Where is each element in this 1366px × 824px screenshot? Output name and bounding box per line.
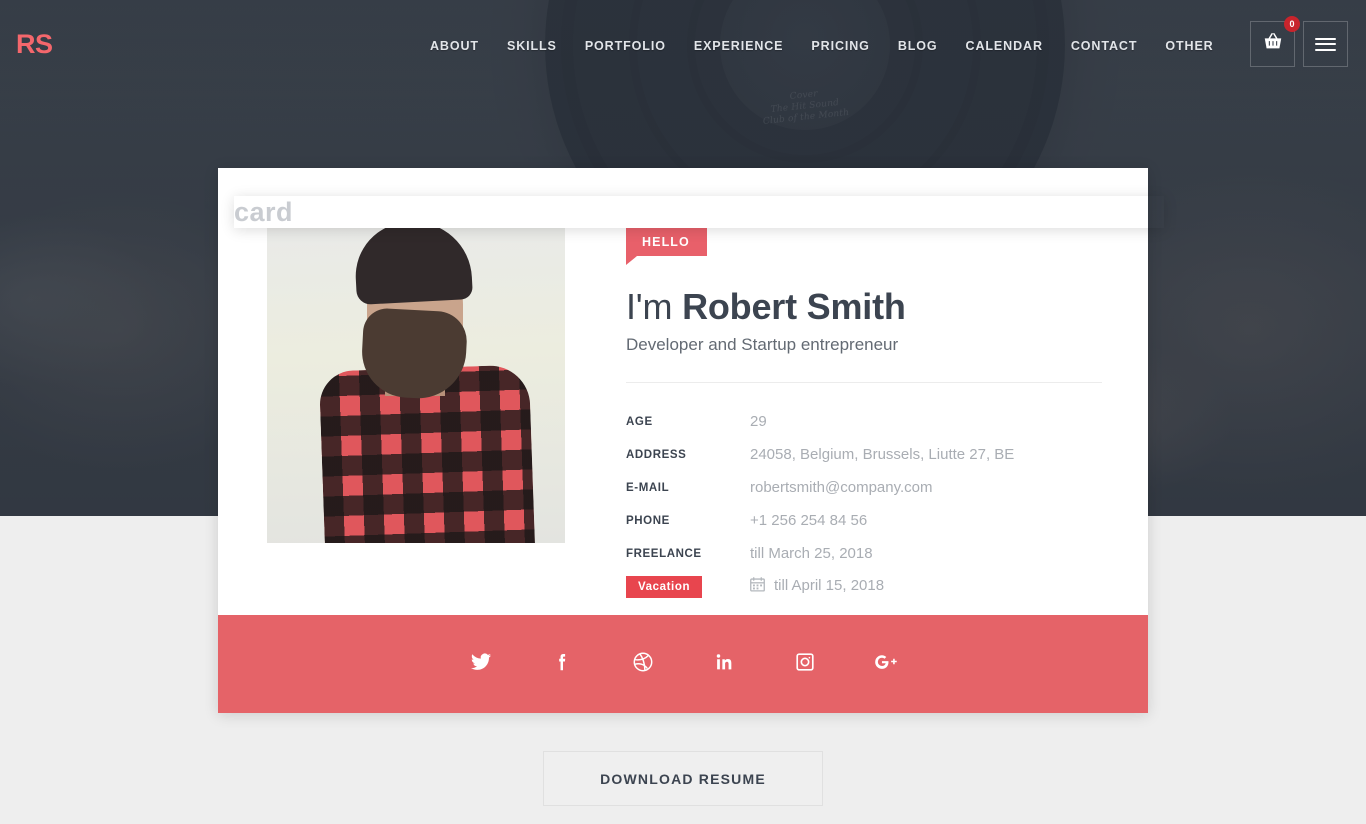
hello-badge: HELLO	[626, 228, 707, 265]
table-row: AGE 29	[626, 405, 1108, 438]
profile-card: HELLO I'm Robert Smith Developer and Sta…	[218, 168, 1148, 713]
nav-item-blog[interactable]: BLOG	[884, 35, 952, 57]
nav-item-experience[interactable]: EXPERIENCE	[680, 35, 798, 57]
info-label-vacation: Vacation	[626, 575, 750, 598]
social-link-linkedin[interactable]	[706, 646, 742, 682]
basket-icon	[1262, 31, 1284, 58]
profile-name: Robert Smith	[682, 286, 906, 327]
table-row: PHONE +1 256 254 84 56	[626, 504, 1108, 537]
vacation-date-text: till April 15, 2018	[774, 577, 885, 594]
profile-intro: HELLO I'm Robert Smith Developer and Sta…	[626, 228, 1108, 603]
info-label-freelance: FREELANCE	[626, 547, 702, 560]
page-title: I'm Robert Smith	[626, 286, 1108, 328]
logo-secondary: card	[234, 196, 1164, 228]
site-logo[interactable]: RS card	[16, 28, 293, 227]
social-links-bar	[218, 615, 1148, 713]
table-row: ADDRESS 24058, Belgium, Brussels, Liutte…	[626, 438, 1108, 471]
dribbble-icon	[632, 651, 654, 678]
cart-button[interactable]: 0	[1250, 16, 1300, 67]
profile-card-body: HELLO I'm Robert Smith Developer and Sta…	[218, 168, 1148, 615]
info-value-address: 24058, Belgium, Brussels, Liutte 27, BE	[750, 446, 1015, 463]
info-label-phone: PHONE	[626, 514, 670, 527]
download-resume-button[interactable]: DOWNLOAD RESUME	[543, 751, 823, 806]
social-link-twitter[interactable]	[463, 646, 499, 682]
social-link-facebook[interactable]	[544, 646, 580, 682]
portrait-hair	[352, 228, 474, 305]
info-value-email[interactable]: robertsmith@company.com	[750, 479, 933, 496]
table-row: Vacation till April 15, 2018	[626, 570, 1108, 603]
table-row: FREELANCE till March 25, 2018	[626, 537, 1108, 570]
calendar-icon	[750, 577, 765, 596]
nav-item-about[interactable]: ABOUT	[430, 35, 493, 57]
google-plus-icon	[874, 651, 898, 678]
info-label-age: AGE	[626, 415, 653, 428]
menu-button[interactable]	[1303, 21, 1348, 67]
nav-item-contact[interactable]: CONTACT	[1057, 35, 1151, 57]
instagram-icon	[794, 651, 816, 678]
cart-count-badge: 0	[1284, 16, 1300, 32]
info-value-vacation: till April 15, 2018	[750, 577, 884, 596]
nav-item-portfolio[interactable]: PORTFOLIO	[571, 35, 680, 57]
nav-item-calendar[interactable]: CALENDAR	[952, 35, 1057, 57]
info-label-address: ADDRESS	[626, 448, 687, 461]
info-value-age: 29	[750, 413, 767, 430]
info-value-phone: +1 256 254 84 56	[750, 512, 868, 529]
greeting-prefix: I'm	[626, 286, 683, 327]
status-badge: Vacation	[626, 575, 703, 598]
facebook-icon	[551, 651, 573, 678]
hamburger-menu-icon	[1315, 34, 1336, 54]
profile-subtitle: Developer and Startup entrepreneur	[626, 335, 899, 354]
main-navigation: ABOUT SKILLS PORTFOLIO EXPERIENCE PRICIN…	[430, 35, 1228, 57]
info-label-email: E-MAIL	[626, 481, 670, 494]
nav-item-skills[interactable]: SKILLS	[493, 35, 571, 57]
site-header: RS card ABOUT SKILLS PORTFOLIO EXPERIENCE…	[0, 0, 1366, 227]
divider	[626, 382, 1102, 383]
header-buttons: 0	[1250, 16, 1348, 67]
table-row: E-MAIL robertsmith@company.com	[626, 471, 1108, 504]
info-value-freelance: till March 25, 2018	[750, 545, 873, 562]
twitter-icon	[470, 651, 492, 678]
linkedin-icon	[713, 651, 735, 678]
social-link-dribbble[interactable]	[625, 646, 661, 682]
social-link-googleplus[interactable]	[868, 646, 904, 682]
profile-info-table: AGE 29 ADDRESS 24058, Belgium, Brussels,…	[626, 405, 1108, 603]
nav-item-pricing[interactable]: PRICING	[797, 35, 883, 57]
portrait-photo	[267, 228, 565, 543]
social-link-instagram[interactable]	[787, 646, 823, 682]
logo-primary: RS	[16, 29, 53, 59]
nav-item-other[interactable]: OTHER	[1151, 35, 1227, 57]
